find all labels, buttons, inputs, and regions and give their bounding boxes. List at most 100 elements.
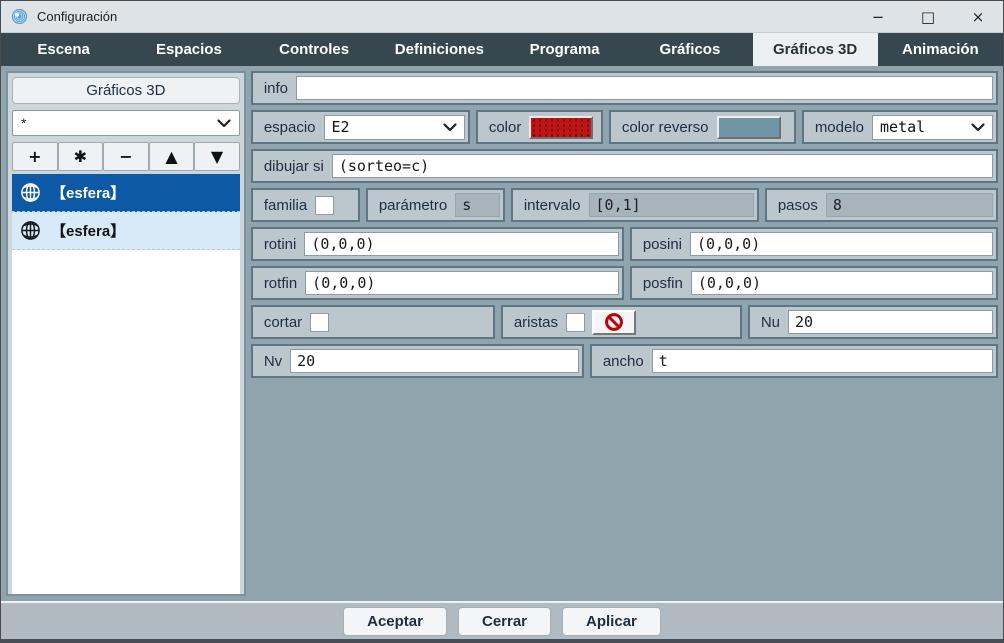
ancho-group: ancho [590, 344, 998, 378]
ancho-label: ancho [603, 353, 644, 370]
close-dialog-button[interactable]: Cerrar [458, 607, 551, 636]
nv-group: Nv [251, 344, 584, 378]
rotini-group: rotini [251, 227, 624, 261]
aristas-checkbox[interactable] [566, 313, 585, 332]
dialog-footer: Aceptar Cerrar Aplicar [1, 601, 1003, 639]
close-button[interactable]: × [953, 1, 1003, 32]
familia-checkbox[interactable] [315, 196, 334, 215]
modelo-dropdown[interactable]: metal [872, 115, 993, 140]
posfin-group: posfin [630, 266, 998, 300]
color-reverso-swatch-button[interactable] [717, 116, 781, 139]
parametro-field: s [455, 193, 500, 217]
intervalo-field: [0,1] [589, 193, 754, 217]
rotini-input[interactable] [304, 232, 618, 256]
intervalo-group: intervalo [0,1] [511, 188, 759, 222]
color-reverso-label: color reverso [622, 119, 709, 136]
dibujar-si-group: dibujar si [251, 149, 998, 183]
parametro-label: parámetro [379, 197, 447, 214]
remove-item-button[interactable]: − [103, 142, 149, 171]
apply-button[interactable]: Aplicar [562, 607, 661, 636]
list-item[interactable]: 【esfera】 [12, 174, 240, 212]
espacio-label: espacio [264, 119, 316, 136]
window-bottom-edge [1, 639, 1003, 643]
app-icon [11, 8, 28, 25]
list-item-label: 【esfera】 [51, 182, 125, 203]
sphere-icon [20, 182, 41, 203]
add-item-button[interactable]: + [12, 142, 58, 171]
modelo-group: modelo metal [802, 110, 998, 144]
aristas-color-button[interactable] [592, 310, 636, 335]
posfin-input[interactable] [691, 271, 993, 295]
tab-espacios[interactable]: Espacios [126, 33, 251, 66]
color-label: color [489, 119, 522, 136]
espacio-group: espacio E2 [251, 110, 470, 144]
list-panel-title: Gráficos 3D [12, 77, 240, 104]
move-up-button[interactable]: ▲ [149, 142, 195, 171]
aristas-label: aristas [514, 314, 558, 331]
list-item[interactable]: 【esfera】 [12, 212, 240, 250]
tab-bar: Escena Espacios Controles Definiciones P… [1, 33, 1003, 66]
ancho-input[interactable] [652, 349, 993, 373]
chevron-down-icon [971, 123, 985, 132]
tab-escena[interactable]: Escena [1, 33, 126, 66]
cortar-label: cortar [264, 314, 302, 331]
tab-definiciones[interactable]: Definiciones [377, 33, 502, 66]
content-area: Gráficos 3D * + ✱ − ▲ ▼ [1, 66, 1003, 601]
tab-graficos-3d[interactable]: Gráficos 3D [753, 33, 878, 66]
dibujar-si-input[interactable] [332, 154, 993, 178]
graphics-3d-object-list: 【esfera】 【esfera】 [12, 174, 240, 594]
posini-input[interactable] [690, 232, 993, 256]
tab-graficos[interactable]: Gráficos [627, 33, 752, 66]
pasos-field: 8 [826, 193, 993, 217]
rotfin-label: rotfin [264, 275, 297, 292]
pasos-group: pasos 8 [765, 188, 998, 222]
list-toolbar: + ✱ − ▲ ▼ [12, 142, 240, 171]
rotfin-input[interactable] [305, 271, 619, 295]
minimize-button[interactable]: − [853, 1, 903, 32]
tab-controles[interactable]: Controles [252, 33, 377, 66]
filter-dropdown-value: * [21, 115, 217, 131]
info-label: info [264, 80, 288, 97]
info-group: info [251, 71, 998, 105]
posfin-label: posfin [643, 275, 683, 292]
intervalo-label: intervalo [524, 197, 581, 214]
posini-label: posini [643, 236, 682, 253]
familia-label: familia [264, 197, 307, 214]
filter-dropdown[interactable]: * [12, 110, 240, 136]
configuration-window: Configuración − □ × Escena Espacios Cont… [0, 0, 1004, 643]
cortar-group: cortar [251, 305, 495, 339]
graphic-3d-properties-form: info espacio E2 color [251, 71, 998, 596]
nu-label: Nu [761, 314, 780, 331]
window-controls: − □ × [853, 1, 1003, 32]
espacio-dropdown[interactable]: E2 [324, 115, 465, 140]
dibujar-si-label: dibujar si [264, 158, 324, 175]
color-reverso-group: color reverso [609, 110, 796, 144]
parametro-group: parámetro s [366, 188, 505, 222]
rotfin-group: rotfin [251, 266, 624, 300]
espacio-dropdown-value: E2 [332, 118, 437, 136]
nu-input[interactable] [788, 310, 993, 334]
familia-group: familia [251, 188, 360, 222]
chevron-down-icon [443, 123, 457, 132]
title-bar: Configuración − □ × [1, 1, 1003, 33]
nv-label: Nv [264, 353, 282, 370]
nv-input[interactable] [290, 349, 579, 373]
color-swatch-button[interactable] [529, 116, 593, 139]
cortar-checkbox[interactable] [310, 313, 329, 332]
window-title: Configuración [37, 9, 117, 24]
accept-button[interactable]: Aceptar [343, 607, 447, 636]
tab-programa[interactable]: Programa [502, 33, 627, 66]
rotini-label: rotini [264, 236, 297, 253]
posini-group: posini [630, 227, 998, 261]
tab-animacion[interactable]: Animación [878, 33, 1003, 66]
duplicate-item-button[interactable]: ✱ [58, 142, 104, 171]
modelo-dropdown-value: metal [880, 118, 965, 136]
pasos-label: pasos [778, 197, 818, 214]
info-input[interactable] [296, 76, 993, 100]
maximize-button[interactable]: □ [903, 1, 953, 32]
no-entry-icon [604, 312, 624, 332]
move-down-button[interactable]: ▼ [194, 142, 240, 171]
aristas-group: aristas [501, 305, 742, 339]
color-group: color [476, 110, 603, 144]
sphere-icon [20, 220, 41, 241]
